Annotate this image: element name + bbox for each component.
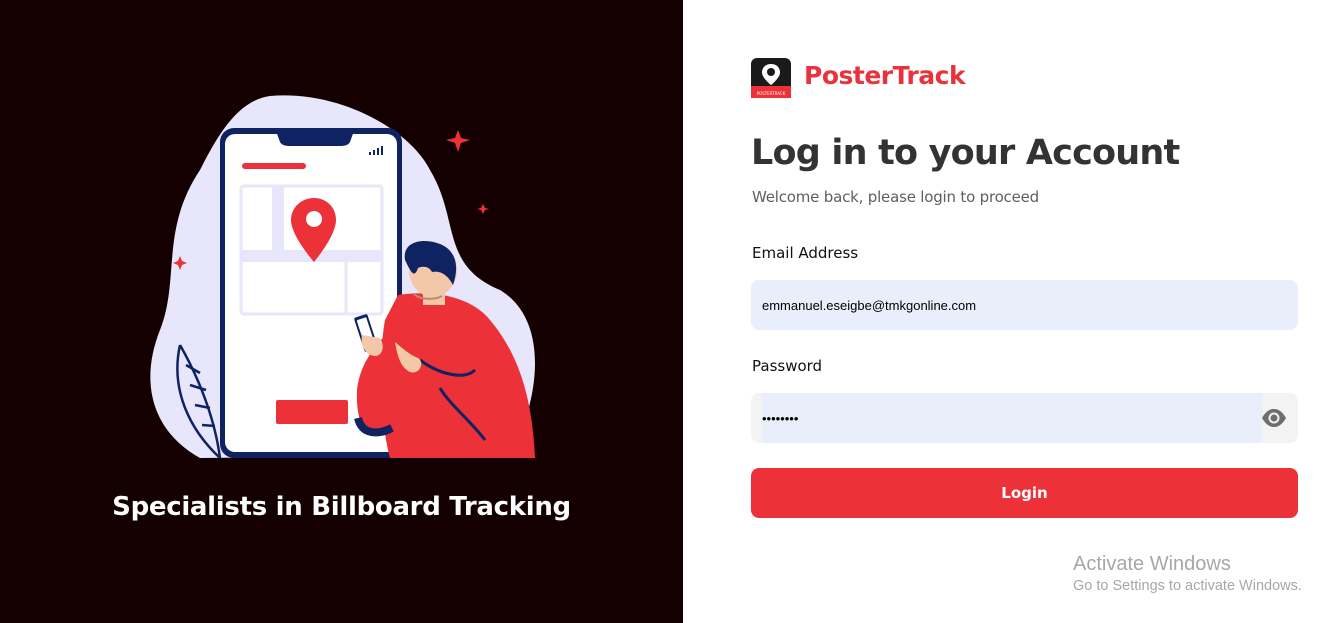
eye-icon[interactable] <box>1261 408 1287 428</box>
phone-notch <box>275 128 355 146</box>
password-label: Password <box>752 357 823 375</box>
email-label: Email Address <box>752 244 859 262</box>
page-subtitle: Welcome back, please login to proceed <box>752 188 1039 206</box>
logo-text: POSTERTRACK <box>757 91 786 96</box>
hero-panel: Specialists in Billboard Tracking <box>0 0 683 623</box>
billboard-tracking-illustration <box>150 95 536 459</box>
login-button[interactable]: Login <box>751 468 1298 518</box>
email-field[interactable] <box>751 280 1298 330</box>
activate-windows-subtitle: Go to Settings to activate Windows. <box>1073 578 1302 594</box>
phone-button <box>276 400 348 424</box>
tagline: Specialists in Billboard Tracking <box>112 492 571 522</box>
postertrack-logo: POSTERTRACK <box>751 58 791 98</box>
password-field-wrapper <box>751 393 1298 443</box>
activate-windows-title: Activate Windows <box>1073 553 1231 575</box>
sparkle-icon <box>477 204 489 214</box>
brand-name: PosterTrack <box>804 61 966 90</box>
page-title: Log in to your Account <box>751 133 1180 173</box>
sparkle-icon <box>446 130 470 152</box>
password-field[interactable] <box>762 393 1262 443</box>
